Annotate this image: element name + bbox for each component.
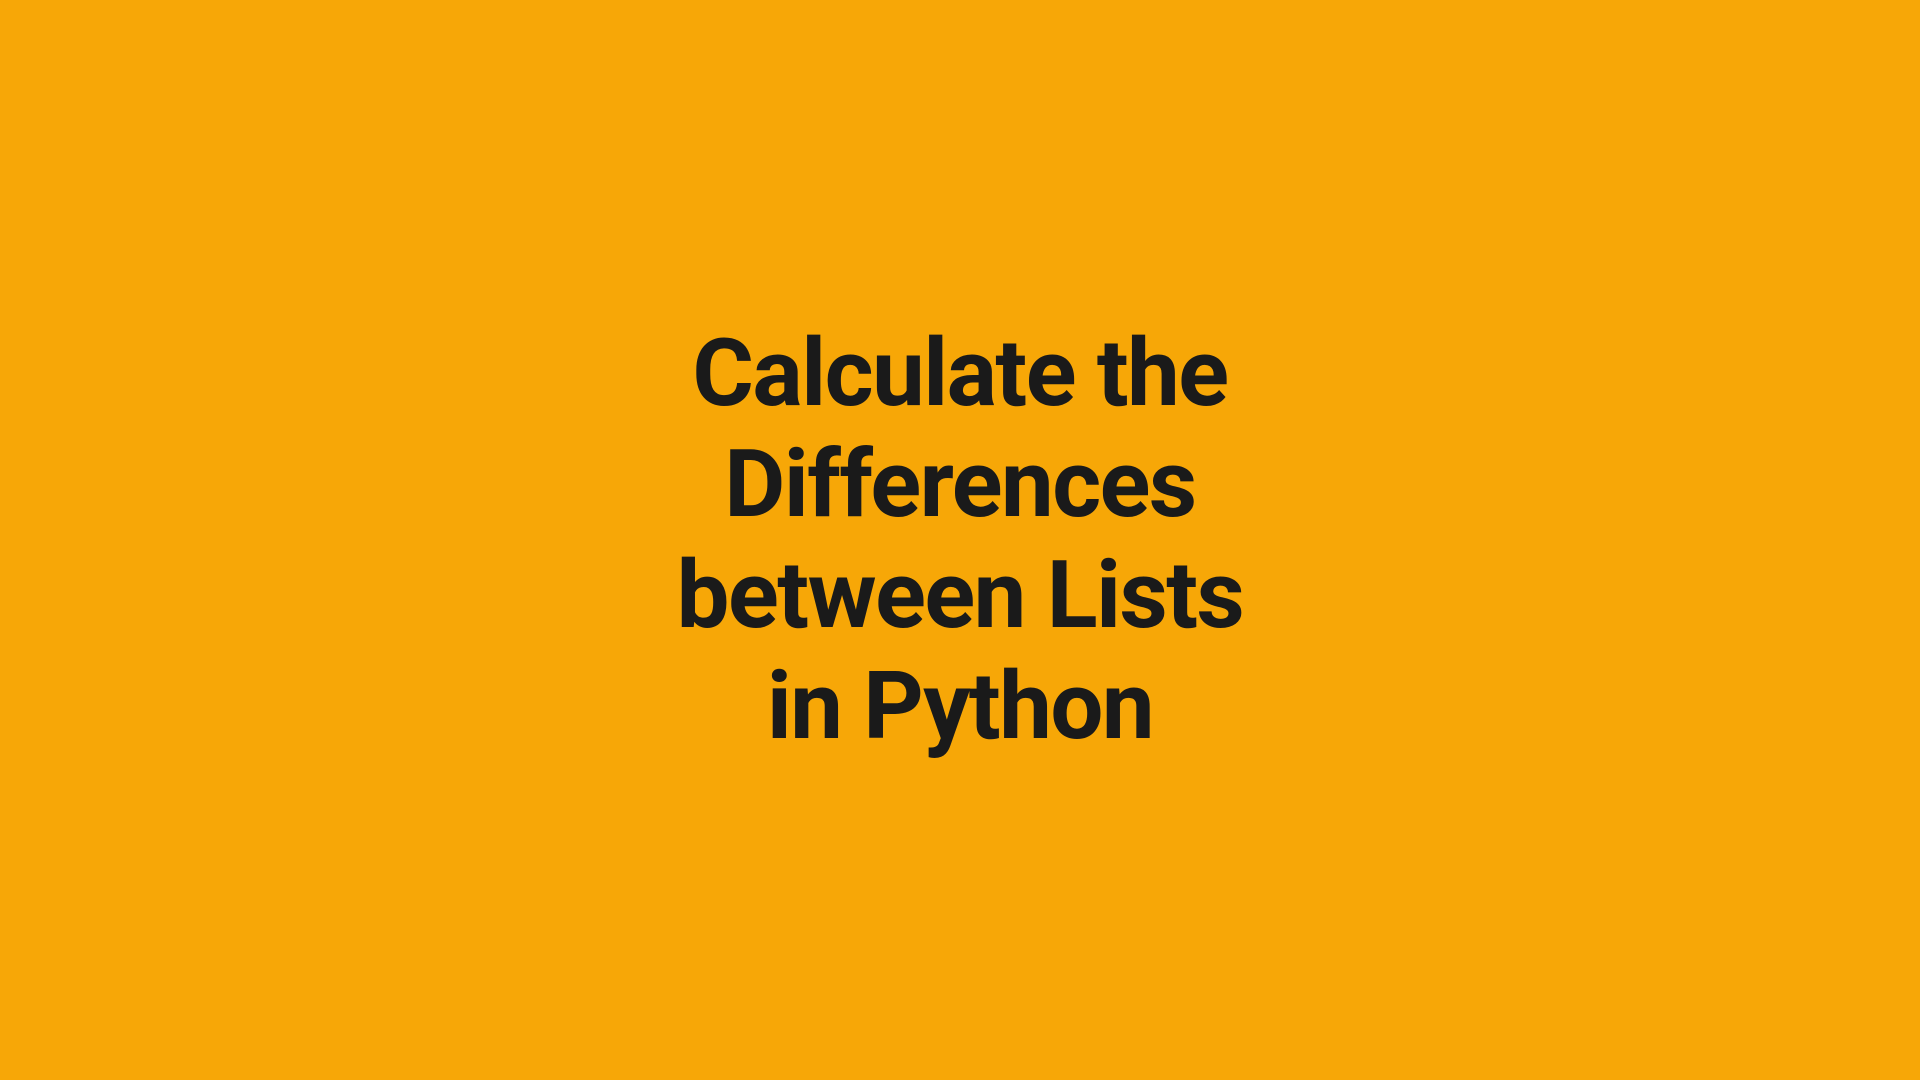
title-line-3: between Lists (677, 540, 1244, 651)
title-line-2: Differences (677, 429, 1244, 540)
main-title: Calculate the Differences between Lists … (677, 318, 1244, 762)
title-line-1: Calculate the (677, 318, 1244, 429)
title-line-4: in Python (677, 651, 1244, 762)
